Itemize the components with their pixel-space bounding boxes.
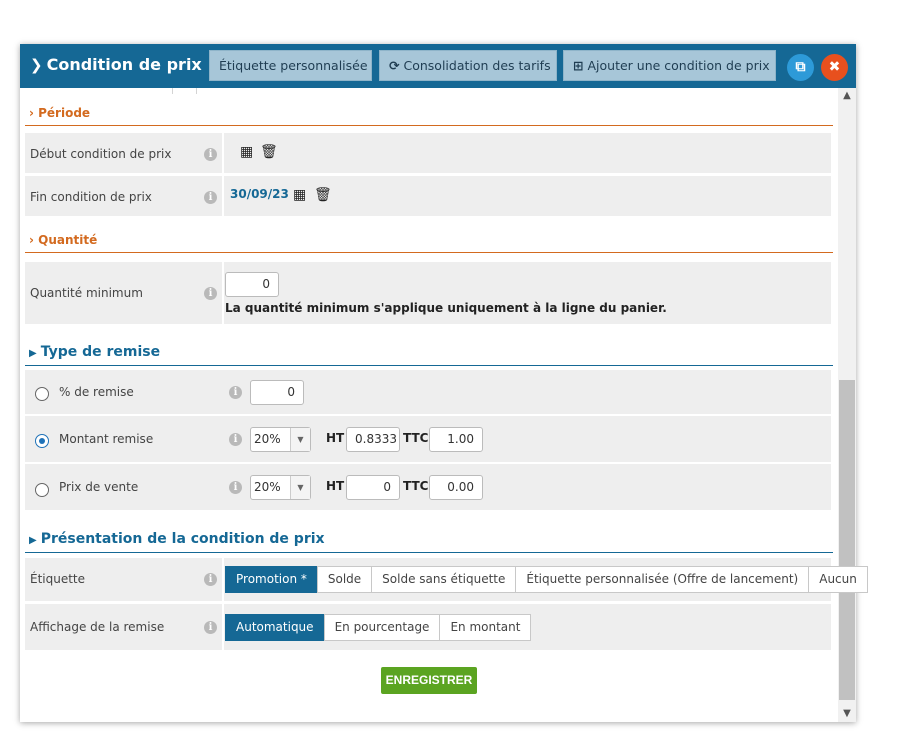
- end-date-label: Fin condition de prix: [30, 190, 152, 204]
- tab-divider: [196, 88, 197, 94]
- label-option-promotion[interactable]: Promotion *: [225, 566, 318, 593]
- discount-amount-label: Montant remise: [59, 432, 154, 446]
- modal-title: ❯ Condition de prix: [30, 55, 202, 74]
- price-condition-modal: ❯ Condition de prix Étiquette personnalis…: [20, 44, 868, 722]
- quantite-section-title: › Quantité: [25, 231, 833, 253]
- tab-divider: [172, 88, 173, 94]
- modal-header: ❯ Condition de prix Étiquette personnalis…: [20, 44, 856, 88]
- start-date-row: Début condition de prix i ▦ 🗑: [25, 133, 831, 173]
- consolidation-button[interactable]: ⟳ Consolidation des tarifs: [379, 50, 557, 81]
- add-condition-button-text: Ajouter une condition de prix: [587, 58, 770, 73]
- scrollbar-thumb[interactable]: [839, 380, 855, 700]
- price-ttc-input[interactable]: 0.00: [429, 475, 483, 500]
- info-icon[interactable]: i: [229, 433, 242, 446]
- display-option-pourcentage[interactable]: En pourcentage: [323, 614, 441, 641]
- discount-percent-row: % de remise i 0: [25, 370, 831, 414]
- discount-percent-input[interactable]: 0: [250, 380, 304, 405]
- label-field-label: Étiquette: [30, 572, 86, 586]
- discount-type-section-title: ▶ Type de remise: [25, 342, 833, 366]
- end-date-value[interactable]: 30/09/23: [230, 187, 289, 201]
- amount-ht-input[interactable]: 0.8333: [346, 427, 400, 452]
- custom-label-button-text: Étiquette personnalisée: [219, 58, 368, 73]
- info-icon[interactable]: i: [204, 191, 217, 204]
- caret-right-icon: ▶: [29, 348, 37, 359]
- presentation-title-text: Présentation de la condition de prix: [40, 531, 325, 547]
- save-button[interactable]: ENREGISTRER: [381, 667, 477, 694]
- ttc-label: TTC: [403, 479, 429, 493]
- scroll-up-icon[interactable]: ▲: [838, 88, 856, 104]
- info-icon[interactable]: i: [204, 287, 217, 300]
- ht-label: HT: [326, 479, 345, 493]
- trash-icon[interactable]: 🗑: [260, 144, 278, 160]
- discount-percent-label: % de remise: [59, 385, 134, 399]
- label-row: Étiquette i Promotion * Solde Solde sans…: [25, 558, 868, 601]
- column-divider: [222, 262, 224, 324]
- sale-price-radio[interactable]: [35, 483, 49, 497]
- periode-section-title: › Période: [25, 104, 833, 126]
- start-date-label: Début condition de prix: [30, 147, 172, 161]
- calendar-icon[interactable]: ▦: [240, 144, 253, 160]
- info-icon[interactable]: i: [229, 386, 242, 399]
- consolidation-button-text: Consolidation des tarifs: [403, 58, 551, 73]
- ttc-label: TTC: [403, 431, 429, 445]
- ht-label: HT: [326, 431, 345, 445]
- column-divider: [222, 133, 224, 173]
- label-option-custom[interactable]: Étiquette personnalisée (Offre de lancem…: [515, 566, 810, 593]
- column-divider: [222, 558, 224, 601]
- display-option-montant[interactable]: En montant: [439, 614, 532, 641]
- discount-amount-radio[interactable]: [35, 434, 49, 448]
- trash-icon[interactable]: 🗑: [314, 187, 332, 203]
- label-option-solde-sans-etiquette[interactable]: Solde sans étiquette: [371, 566, 517, 593]
- plus-square-icon: ⊞: [573, 58, 584, 73]
- scroll-down-icon[interactable]: ▼: [838, 706, 856, 722]
- display-option-automatique[interactable]: Automatique: [225, 614, 325, 641]
- scrollbar[interactable]: ▲ ▼: [838, 88, 856, 722]
- min-quantity-row: Quantité minimum i 0 La quantité minimum…: [25, 262, 831, 324]
- end-date-row: Fin condition de prix i 30/09/23 ▦ 🗑: [25, 176, 831, 216]
- min-quantity-input[interactable]: 0: [225, 272, 279, 297]
- info-icon[interactable]: i: [204, 148, 217, 161]
- close-icon[interactable]: ✖: [821, 54, 848, 81]
- column-divider: [222, 604, 224, 650]
- column-divider: [222, 176, 224, 216]
- add-condition-button[interactable]: ⊞ Ajouter une condition de prix: [563, 50, 776, 81]
- vat-select-value: 20%: [254, 480, 281, 494]
- vat-select[interactable]: 20% ▼: [250, 427, 311, 452]
- display-mode-label: Affichage de la remise: [30, 620, 165, 634]
- custom-label-button[interactable]: Étiquette personnalisée: [209, 50, 372, 81]
- amount-ttc-input[interactable]: 1.00: [429, 427, 483, 452]
- discount-amount-row: Montant remise i 20% ▼ HT 0.8333 TTC 1.00: [25, 416, 831, 462]
- modal-title-text: Condition de prix: [46, 55, 202, 74]
- dropdown-caret-icon: ▼: [290, 476, 310, 499]
- vat-select[interactable]: 20% ▼: [250, 475, 311, 500]
- calendar-icon[interactable]: ▦: [293, 187, 306, 203]
- info-icon[interactable]: i: [204, 573, 217, 586]
- presentation-section-title: ▶ Présentation de la condition de prix: [25, 529, 833, 553]
- discount-type-title-text: Type de remise: [40, 344, 161, 360]
- vat-select-value: 20%: [254, 432, 281, 446]
- caret-right-icon: ▶: [29, 535, 37, 546]
- sale-price-label: Prix de vente: [59, 480, 139, 494]
- display-mode-row: Affichage de la remise i Automatique En …: [25, 604, 831, 650]
- display-mode-options: Automatique En pourcentage En montant: [225, 614, 532, 641]
- min-quantity-hint: La quantité minimum s'applique uniquemen…: [225, 301, 667, 315]
- label-options: Promotion * Solde Solde sans étiquette É…: [225, 566, 868, 593]
- discount-percent-radio[interactable]: [35, 387, 49, 401]
- sale-price-row: Prix de vente i 20% ▼ HT 0 TTC 0.00: [25, 464, 831, 510]
- chevron-right-icon: ❯: [30, 56, 43, 74]
- min-quantity-label: Quantité minimum: [30, 286, 143, 300]
- refresh-icon: ⟳: [389, 58, 400, 73]
- tab-strip: [20, 88, 838, 94]
- label-option-none[interactable]: Aucun: [808, 566, 868, 593]
- dropdown-caret-icon: ▼: [290, 428, 310, 451]
- label-option-solde[interactable]: Solde: [316, 566, 373, 593]
- copy-icon[interactable]: ⧉: [787, 54, 814, 81]
- price-ht-input[interactable]: 0: [346, 475, 400, 500]
- info-icon[interactable]: i: [229, 481, 242, 494]
- info-icon[interactable]: i: [204, 621, 217, 634]
